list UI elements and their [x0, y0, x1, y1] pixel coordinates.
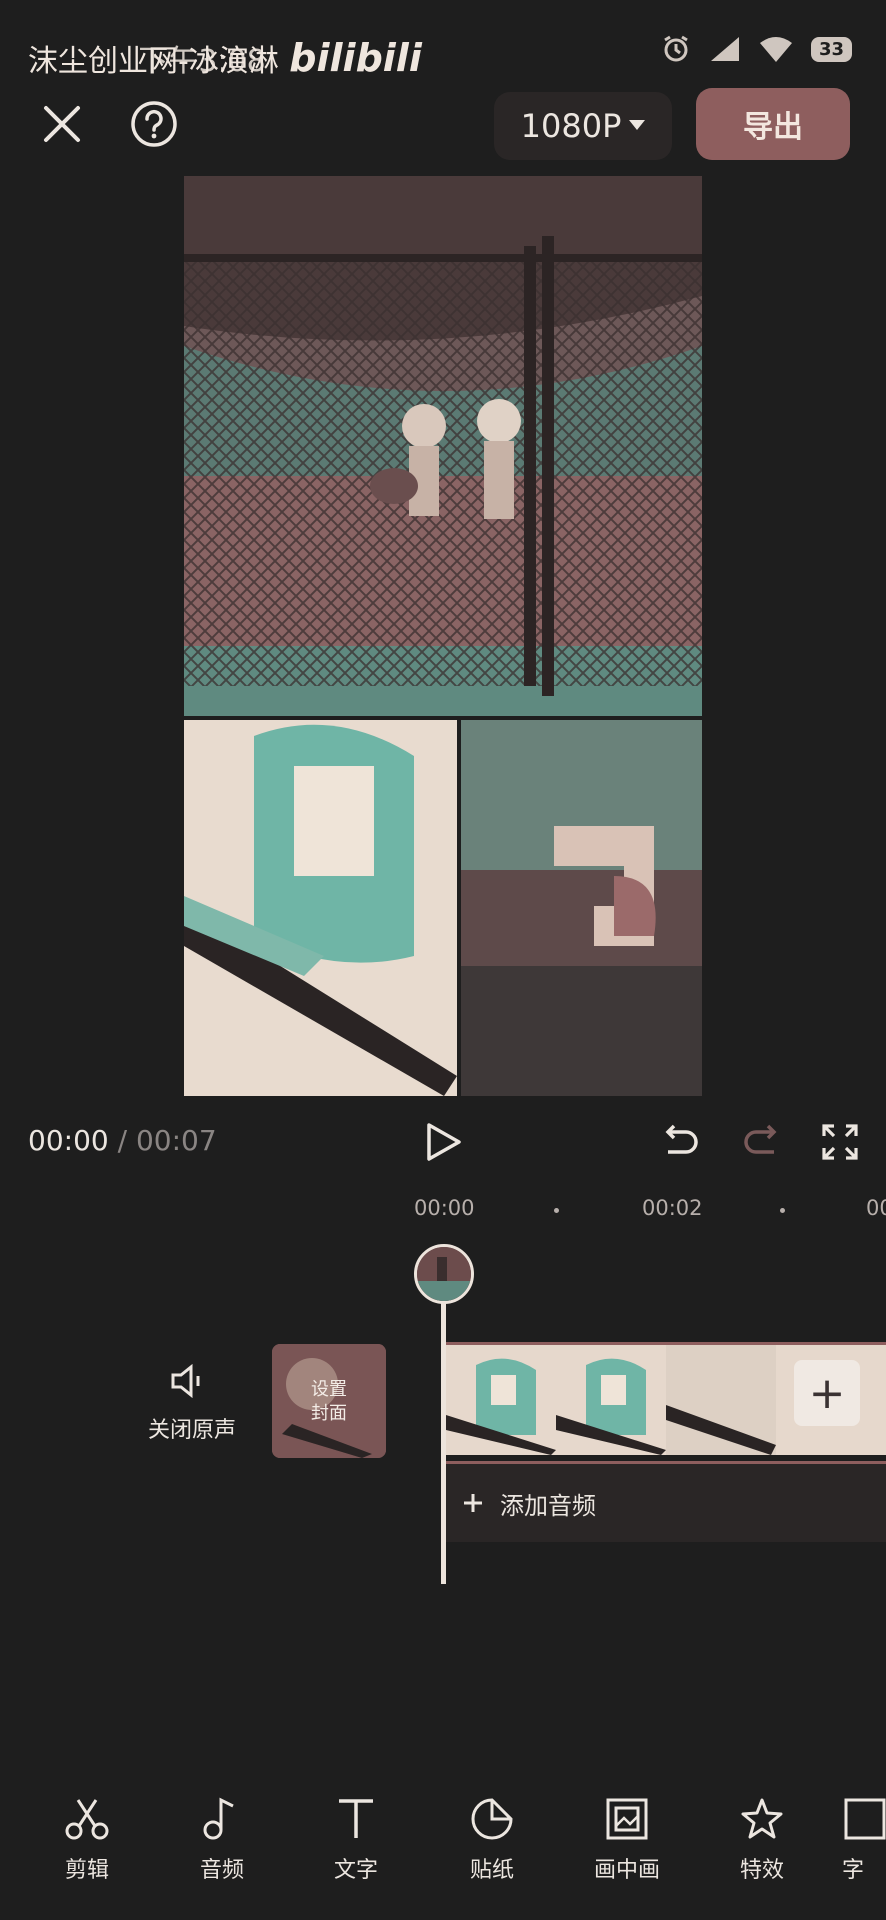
tool-text[interactable]: 文字 — [301, 1796, 411, 1884]
cover-label-line1: 设置 — [311, 1379, 347, 1400]
undo-button[interactable] — [650, 1112, 710, 1172]
star-effect-icon — [741, 1798, 783, 1839]
play-icon — [427, 1123, 461, 1161]
tool-caption[interactable]: 字 — [842, 1796, 886, 1884]
add-audio-label: 添加音频 — [500, 1491, 596, 1520]
tool-label: 字 — [842, 1858, 865, 1883]
speaker-icon — [171, 1363, 200, 1399]
help-button[interactable] — [124, 94, 184, 154]
plus-icon: + — [808, 1367, 846, 1419]
status-bar-left: 沫尘创业网-冰演淋 下午3:08 bilibili — [28, 36, 422, 80]
resolution-dropdown[interactable]: 1080P — [494, 92, 672, 160]
current-time: 00:00 — [28, 1124, 109, 1157]
bilibili-logo: bilibili — [289, 36, 422, 80]
caption-icon — [844, 1798, 886, 1840]
ruler-tick-0: 00:00 — [414, 1196, 475, 1220]
picture-in-picture-icon — [606, 1798, 648, 1840]
tool-label: 文字 — [333, 1858, 378, 1883]
help-icon — [131, 101, 177, 147]
cover-label: 设置 封面 — [272, 1378, 386, 1426]
ruler-dot — [780, 1208, 785, 1213]
time-display: 00:00 / 00:07 — [28, 1124, 217, 1157]
ruler-tick-2: 00:0 — [866, 1196, 886, 1220]
preview-frame — [184, 176, 702, 1096]
signal-icon — [710, 37, 739, 61]
status-time: 下午3:08 — [138, 44, 266, 79]
export-button[interactable]: 导出 — [696, 88, 850, 160]
mute-toggle[interactable] — [170, 1363, 210, 1402]
tool-label: 特效 — [739, 1858, 784, 1883]
tool-pip[interactable]: 画中画 — [572, 1796, 682, 1884]
text-icon — [339, 1799, 373, 1838]
playhead-thumbnail — [417, 1247, 471, 1301]
add-clip-button[interactable]: + — [794, 1360, 860, 1426]
tool-effects[interactable]: 特效 — [707, 1796, 817, 1884]
total-time: 00:07 — [135, 1124, 217, 1157]
playhead-handle[interactable] — [414, 1244, 474, 1304]
tool-label: 画中画 — [593, 1858, 660, 1883]
redo-button[interactable] — [732, 1112, 792, 1172]
ruler-dot — [554, 1208, 559, 1213]
add-audio-track[interactable]: 添加音频 — [446, 1464, 886, 1542]
redo-icon — [744, 1124, 777, 1154]
mute-label[interactable]: 关闭原声 — [144, 1412, 240, 1444]
caret-down-icon — [629, 120, 646, 130]
time-separator: / — [117, 1124, 128, 1157]
music-note-icon — [203, 1797, 234, 1840]
plus-icon — [464, 1494, 482, 1512]
close-icon — [44, 106, 80, 142]
fullscreen-icon — [822, 1124, 858, 1160]
fullscreen-button[interactable] — [810, 1112, 870, 1172]
scissors-icon — [65, 1799, 109, 1840]
play-button[interactable] — [414, 1112, 474, 1172]
wifi-icon — [759, 37, 792, 62]
tool-cut[interactable]: 剪辑 — [32, 1796, 142, 1884]
cover-label-line2: 封面 — [311, 1403, 347, 1424]
tool-sticker[interactable]: 贴纸 — [437, 1796, 547, 1884]
status-bar-right: 33 — [661, 34, 852, 64]
sticker-icon — [471, 1798, 513, 1840]
alarm-icon — [664, 35, 688, 62]
video-preview[interactable] — [184, 176, 702, 1096]
close-button[interactable] — [32, 94, 92, 154]
tool-label: 音频 — [199, 1858, 244, 1883]
tool-label: 贴纸 — [469, 1858, 514, 1883]
tool-label: 剪辑 — [64, 1858, 109, 1883]
undo-icon — [665, 1124, 698, 1154]
tool-audio[interactable]: 音频 — [167, 1796, 277, 1884]
set-cover-button[interactable]: 设置 封面 — [272, 1344, 386, 1458]
playhead-line[interactable] — [441, 1268, 446, 1584]
battery-level: 33 — [810, 36, 852, 62]
resolution-value: 1080P — [520, 107, 622, 145]
ruler-tick-1: 00:02 — [642, 1196, 703, 1220]
